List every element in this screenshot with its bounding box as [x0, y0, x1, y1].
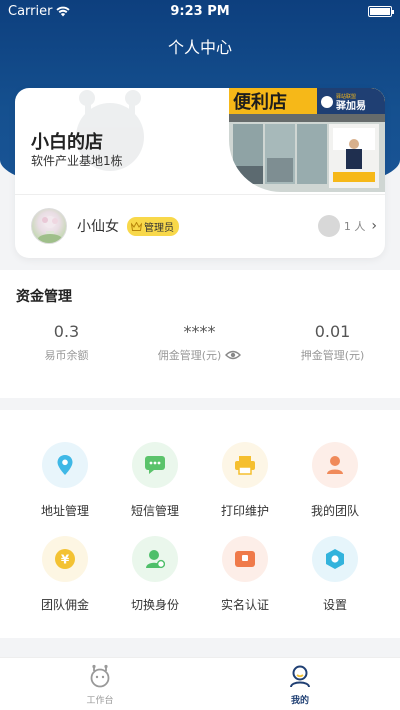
menu-item-print[interactable]: 打印维护	[195, 442, 295, 519]
fund-value: ****	[183, 322, 216, 341]
store-brand-small-text: 驿站联盟	[336, 93, 356, 100]
workbench-icon	[90, 664, 110, 688]
role-label: 管理员	[144, 222, 174, 234]
fund-label: 押金管理(元)	[300, 349, 365, 362]
fund-item-balance[interactable]: 0.3 易币余额	[0, 322, 133, 363]
status-time: 9:23 PM	[170, 3, 230, 19]
member-count: 1 人	[343, 220, 366, 233]
tab-label: 工作台	[86, 696, 114, 706]
user-name: 小仙女	[77, 219, 119, 235]
eye-icon[interactable]	[225, 350, 242, 360]
fund-item-deposit[interactable]: 0.01 押金管理(元)	[266, 322, 399, 363]
tab-label: 我的	[290, 696, 309, 706]
tab-workbench[interactable]: 工作台	[70, 664, 130, 706]
message-icon	[132, 442, 178, 488]
printer-icon	[222, 442, 268, 488]
fund-label: 佣金管理(元)	[157, 349, 222, 362]
menu-label: 我的团队	[310, 504, 359, 518]
menu-item-address[interactable]: 地址管理	[15, 442, 115, 519]
tab-mine[interactable]: 我的	[270, 664, 330, 706]
profile-icon	[290, 665, 310, 688]
coin-icon: ¥	[42, 536, 88, 582]
crown-icon	[131, 221, 142, 231]
store-photo: 便利店 驿站联盟 驿加易	[229, 88, 385, 192]
menu-item-sms[interactable]: 短信管理	[105, 442, 205, 519]
fund-value: 0.3	[53, 322, 80, 341]
menu-item-settings[interactable]: 设置	[285, 536, 385, 613]
menu-item-switch-identity[interactable]: 切换身份	[105, 536, 205, 613]
avatar[interactable]	[31, 208, 67, 244]
status-bar: Carrier 9:23 PM	[0, 0, 400, 22]
switch-user-icon	[132, 536, 178, 582]
team-members-link[interactable]: 1 人 ›	[317, 215, 377, 237]
tab-bar: 工作台 我的	[0, 657, 400, 710]
store-brand-text: 驿加易	[336, 99, 366, 112]
member-avatar	[317, 215, 340, 237]
menu-label: 设置	[322, 598, 347, 612]
menu-item-verification[interactable]: 实名认证	[195, 536, 295, 613]
store-name: 小白的店	[31, 132, 103, 153]
chevron-right-icon: ›	[371, 218, 377, 234]
card-divider	[15, 194, 385, 195]
store-card[interactable]: 小白的店 软件产业基地1栋 便利店 驿站联盟 驿加易 小仙女 管理员 1 人 ›	[15, 88, 385, 258]
menu-label: 短信管理	[130, 504, 179, 518]
settings-icon	[312, 536, 358, 582]
menu-label: 地址管理	[40, 504, 89, 518]
team-icon	[312, 442, 358, 488]
fund-value: 0.01	[314, 322, 351, 341]
menu-item-team[interactable]: 我的团队	[285, 442, 385, 519]
page-title: 个人中心	[167, 38, 232, 57]
id-card-icon	[222, 536, 268, 582]
menu-label: 实名认证	[220, 598, 269, 612]
battery-icon	[368, 5, 394, 17]
location-icon	[42, 442, 88, 488]
store-address: 软件产业基地1栋	[31, 154, 123, 168]
funds-section: 资金管理 0.3 易币余额 **** 佣金管理(元) 0.01 押金管理(元)	[0, 270, 400, 398]
svg-text:¥: ¥	[61, 553, 70, 567]
menu-label: 团队佣金	[40, 598, 89, 612]
store-sign-text: 便利店	[233, 91, 287, 113]
user-row[interactable]: 小仙女 管理员 1 人 ›	[31, 206, 377, 246]
fund-item-commission[interactable]: **** 佣金管理(元)	[133, 322, 266, 363]
role-badge: 管理员	[127, 216, 179, 236]
menu-label: 切换身份	[130, 598, 179, 612]
menu-item-team-commission[interactable]: ¥ 团队佣金	[15, 536, 115, 613]
menu-grid: 地址管理 短信管理 打印维护 我的团队 ¥ 团队佣金 切换身份 实名认证 设置	[0, 410, 400, 638]
funds-title: 资金管理	[16, 289, 72, 305]
fund-label: 易币余额	[44, 349, 89, 362]
menu-label: 打印维护	[220, 504, 269, 518]
